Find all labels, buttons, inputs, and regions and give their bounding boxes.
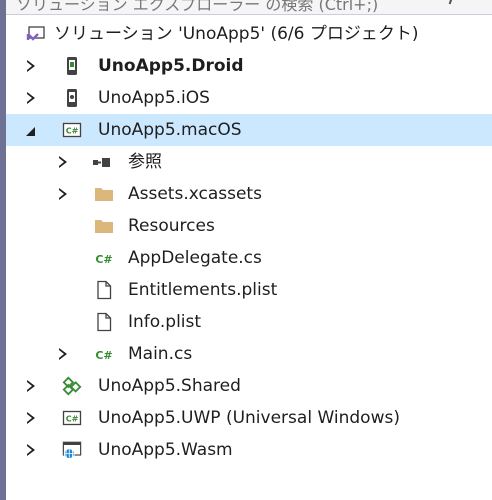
document-file-icon bbox=[94, 280, 114, 300]
tree-item-label: Assets.xcassets bbox=[128, 184, 262, 204]
tree-item-appdelegate[interactable]: C# AppDelegate.cs bbox=[6, 242, 492, 274]
tree-item-label: UnoApp5.Wasm bbox=[98, 440, 233, 460]
svg-text:C#: C# bbox=[95, 253, 112, 266]
tree-item-label: UnoApp5.Droid bbox=[98, 56, 244, 76]
solution-explorer-search-bar[interactable]: ソリューション エクスプローラー の検索 (Ctrl+;) bbox=[6, 0, 492, 15]
tree-item-label: Entitlements.plist bbox=[128, 280, 278, 300]
search-options-icon[interactable] bbox=[448, 0, 464, 8]
tree-item-ios[interactable]: UnoApp5.iOS bbox=[6, 82, 492, 114]
tree-item-entitlements[interactable]: Entitlements.plist bbox=[6, 274, 492, 306]
expand-arrow-icon[interactable] bbox=[24, 370, 38, 402]
expand-arrow-icon[interactable] bbox=[56, 338, 70, 370]
references-icon bbox=[92, 152, 112, 172]
csharp-file-icon: C# bbox=[94, 344, 114, 364]
tree-item-label: UnoApp5.Shared bbox=[98, 376, 241, 396]
svg-text:C#: C# bbox=[66, 415, 79, 424]
csharp-project-icon: C# bbox=[62, 120, 82, 140]
csharp-file-icon: C# bbox=[94, 248, 114, 268]
tree-item-label: AppDelegate.cs bbox=[128, 248, 262, 268]
svg-text:C#: C# bbox=[66, 127, 79, 136]
expand-arrow-icon[interactable] bbox=[24, 434, 38, 466]
search-placeholder: ソリューション エクスプローラー の検索 (Ctrl+;) bbox=[16, 0, 379, 14]
tree-item-label: ソリューション 'UnoApp5' (6/6 プロジェクト) bbox=[54, 24, 419, 44]
folder-icon bbox=[94, 184, 114, 204]
expand-arrow-icon[interactable] bbox=[24, 82, 38, 114]
document-file-icon bbox=[94, 312, 114, 332]
shared-project-icon bbox=[62, 376, 82, 396]
tree-item-label: Resources bbox=[128, 216, 215, 236]
tree-item-info[interactable]: Info.plist bbox=[6, 306, 492, 338]
expand-arrow-icon[interactable] bbox=[24, 50, 38, 82]
expand-arrow-icon[interactable] bbox=[56, 178, 70, 210]
tree-item-droid[interactable]: UnoApp5.Droid bbox=[6, 50, 492, 82]
tree-item-references[interactable]: 参照 bbox=[6, 146, 492, 178]
tree-item-assets[interactable]: Assets.xcassets bbox=[6, 178, 492, 210]
tree-item-label: Info.plist bbox=[128, 312, 202, 332]
collapse-arrow-icon[interactable] bbox=[24, 114, 38, 146]
expand-arrow-icon[interactable] bbox=[24, 402, 38, 434]
tree-item-label: UnoApp5.iOS bbox=[98, 88, 210, 108]
web-project-icon bbox=[62, 440, 82, 460]
tree-item-shared[interactable]: UnoApp5.Shared bbox=[6, 370, 492, 402]
csharp-project-icon: C# bbox=[62, 408, 82, 428]
tree-item-label: UnoApp5.macOS bbox=[98, 120, 242, 140]
tree-item-uwp[interactable]: C# UnoApp5.UWP (Universal Windows) bbox=[6, 402, 492, 434]
tree-item-main[interactable]: C# Main.cs bbox=[6, 338, 492, 370]
svg-text:C#: C# bbox=[95, 349, 112, 362]
tree-item-label: Main.cs bbox=[128, 344, 193, 364]
tree-item-solution[interactable]: ソリューション 'UnoApp5' (6/6 プロジェクト) bbox=[6, 18, 492, 50]
tree-item-macos[interactable]: C# UnoApp5.macOS bbox=[6, 114, 492, 146]
visual-studio-solution-icon bbox=[26, 24, 46, 44]
folder-icon bbox=[94, 216, 114, 236]
tree-item-wasm[interactable]: UnoApp5.Wasm bbox=[6, 434, 492, 466]
tree-item-label: 参照 bbox=[128, 152, 162, 172]
android-project-icon bbox=[62, 56, 82, 76]
ios-project-icon bbox=[62, 88, 82, 108]
expand-arrow-icon[interactable] bbox=[56, 146, 70, 178]
tree-item-label: UnoApp5.UWP (Universal Windows) bbox=[98, 408, 400, 428]
tree-item-resources[interactable]: Resources bbox=[6, 210, 492, 242]
